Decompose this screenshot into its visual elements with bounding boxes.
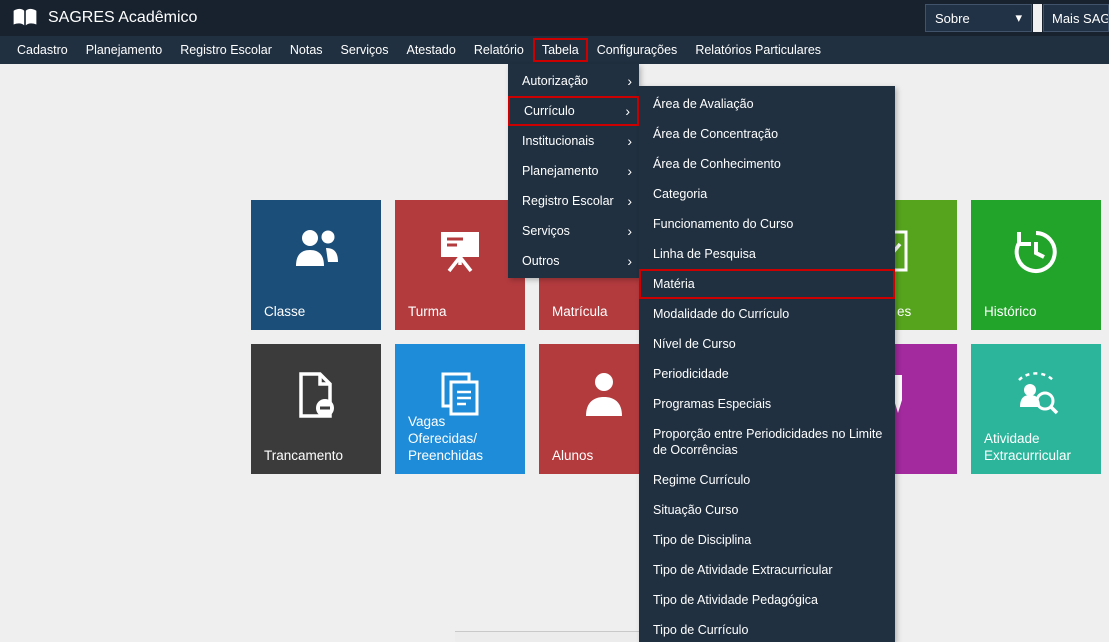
menubar-item-servicos[interactable]: Serviços [332, 38, 398, 62]
tile-turma[interactable]: Turma [395, 200, 525, 330]
tile-label: Turma [408, 304, 447, 321]
document-minus-icon [293, 370, 339, 425]
tile-vagas-oferecidas-preenchidas[interactable]: Vagas Oferecidas/ Preenchidas [395, 344, 525, 474]
chevron-right-icon: › [627, 186, 632, 216]
main-menu-bar: CadastroPlanejamentoRegistro EscolarNota… [0, 36, 1109, 64]
submenu-item-funcionamento-do-curso[interactable]: Funcionamento do Curso [639, 209, 895, 239]
chevron-right-icon: › [627, 126, 632, 156]
submenu-item-regime-curriculo[interactable]: Regime Currículo [639, 465, 895, 495]
menubar-item-planejamento[interactable]: Planejamento [77, 38, 171, 62]
topbar-separator [1033, 4, 1042, 32]
dropdown-item-label: Serviços [522, 224, 570, 238]
curriculo-submenu: Área de AvaliaçãoÁrea de ConcentraçãoÁre… [639, 86, 895, 642]
submenu-item-linha-de-pesquisa[interactable]: Linha de Pesquisa [639, 239, 895, 269]
submenu-item-area-de-avaliacao[interactable]: Área de Avaliação [639, 89, 895, 119]
dropdown-item-label: Institucionais [522, 134, 594, 148]
tile-label: Trancamento [264, 448, 343, 465]
person-icon [582, 370, 626, 423]
submenu-item-tipo-de-atividade-pedagogica[interactable]: Tipo de Atividade Pedagógica [639, 585, 895, 615]
submenu-item-modalidade-do-curriculo[interactable]: Modalidade do Currículo [639, 299, 895, 329]
sobre-label: Sobre [935, 11, 970, 26]
submenu-item-tipo-de-curriculo[interactable]: Tipo de Currículo [639, 615, 895, 642]
tile-label: Alunos [552, 448, 593, 465]
chevron-right-icon: › [627, 156, 632, 186]
menubar-item-relatorios-particulares[interactable]: Relatórios Particulares [686, 38, 830, 62]
sagres-logo-book-icon [12, 7, 38, 29]
dropdown-item-outros[interactable]: Outros › [508, 246, 639, 276]
people-icon [290, 226, 342, 275]
submenu-item-tipo-de-disciplina[interactable]: Tipo de Disciplina [639, 525, 895, 555]
menubar-item-relatorio[interactable]: Relatório [465, 38, 533, 62]
chevron-down-icon: ▾ [1015, 10, 1022, 26]
dropdown-item-servicos[interactable]: Serviços › [508, 216, 639, 246]
submenu-item-tipo-de-atividade-extracurricular[interactable]: Tipo de Atividade Extracurricular [639, 555, 895, 585]
dropdown-item-label: Currículo [524, 104, 575, 118]
submenu-item-area-de-concentracao[interactable]: Área de Concentração [639, 119, 895, 149]
dropdown-item-institucionais[interactable]: Institucionais › [508, 126, 639, 156]
submenu-item-area-de-conhecimento[interactable]: Área de Conhecimento [639, 149, 895, 179]
menubar-item-atestado[interactable]: Atestado [397, 38, 464, 62]
dropdown-item-label: Outros [522, 254, 560, 268]
menubar-item-configuracoes[interactable]: Configurações [588, 38, 687, 62]
tile-label: es [897, 304, 911, 321]
tile-label: Vagas Oferecidas/ Preenchidas [408, 414, 518, 465]
dropdown-item-autorizacao[interactable]: Autorização › [508, 66, 639, 96]
tile-atividade-extracurricular[interactable]: Atividade Extracurricular [971, 344, 1101, 474]
history-icon [1010, 226, 1062, 283]
submenu-item-categoria[interactable]: Categoria [639, 179, 895, 209]
dropdown-item-label: Registro Escolar [522, 194, 614, 208]
chevron-right-icon: › [625, 98, 630, 124]
menubar-item-tabela[interactable]: Tabela [533, 38, 588, 62]
dropdown-item-planejamento[interactable]: Planejamento › [508, 156, 639, 186]
submenu-item-situacao-curso[interactable]: Situação Curso [639, 495, 895, 525]
dropdown-item-registro-escolar[interactable]: Registro Escolar › [508, 186, 639, 216]
mais-sagres-button[interactable]: Mais SAGRES [1043, 4, 1109, 32]
tile-label: Histórico [984, 304, 1037, 321]
tile-trancamento[interactable]: Trancamento [251, 344, 381, 474]
dropdown-item-label: Autorização [522, 74, 588, 88]
menubar-item-cadastro[interactable]: Cadastro [8, 38, 77, 62]
submenu-item-nivel-de-curso[interactable]: Nível de Curso [639, 329, 895, 359]
submenu-item-proporcao-entre-periodicidades-no-limite-de-ocorrencias[interactable]: Proporção entre Periodicidades no Limite… [639, 419, 895, 465]
presentation-icon [435, 226, 485, 279]
tabela-dropdown-menu: Autorização›Currículo›Institucionais›Pla… [508, 64, 639, 278]
menubar-item-notas[interactable]: Notas [281, 38, 332, 62]
chevron-right-icon: › [627, 216, 632, 246]
chevron-right-icon: › [627, 246, 632, 276]
tile-label: Atividade Extracurricular [984, 431, 1094, 465]
chevron-right-icon: › [627, 66, 632, 96]
activity-search-icon [1009, 370, 1063, 425]
dropdown-item-label: Planejamento [522, 164, 598, 178]
mais-sagres-label: Mais SAGRES [1052, 11, 1109, 26]
submenu-item-programas-especiais[interactable]: Programas Especiais [639, 389, 895, 419]
submenu-item-periodicidade[interactable]: Periodicidade [639, 359, 895, 389]
sobre-dropdown-button[interactable]: Sobre ▾ [925, 4, 1032, 32]
dropdown-item-curriculo[interactable]: Currículo › [508, 96, 639, 126]
submenu-item-materia[interactable]: Matéria [639, 269, 895, 299]
tile-label: Matrícula [552, 304, 608, 321]
tile-historico[interactable]: Histórico [971, 200, 1101, 330]
tile-classe[interactable]: Classe [251, 200, 381, 330]
app-title: SAGRES Acadêmico [48, 9, 197, 27]
tile-label: Classe [264, 304, 305, 321]
top-bar: SAGRES Acadêmico Sobre ▾ Mais SAGRES [0, 0, 1109, 36]
menubar-item-registro-escolar[interactable]: Registro Escolar [171, 38, 281, 62]
